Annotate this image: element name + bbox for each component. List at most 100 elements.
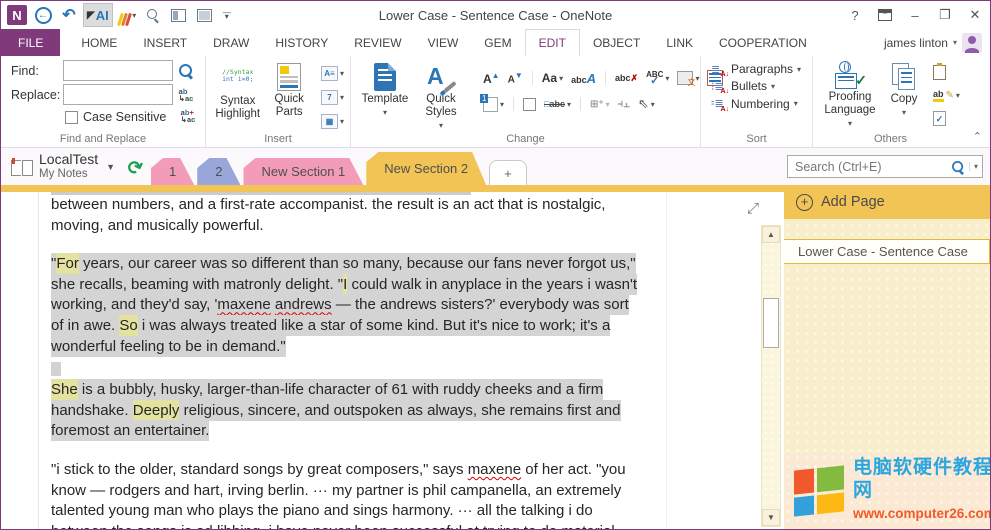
template-button[interactable]: Template ▾ — [357, 60, 413, 131]
paragraph[interactable]: She is a bubbly, husky, larger-than-life… — [51, 380, 638, 442]
clear-formatting-button[interactable]: abc✗ — [613, 68, 640, 88]
onenote-logo-icon[interactable]: N — [5, 3, 29, 27]
vertical-scrollbar[interactable]: ▲ ▼ — [761, 225, 781, 527]
highlight-button[interactable]: ab✎▾ — [931, 85, 962, 105]
proofing-language-button[interactable]: ✓ Proofing Language ▾ — [819, 60, 881, 131]
quick-styles-button[interactable]: A Quick Styles ▾ — [413, 60, 469, 131]
proofing-language-icon: ✓ — [835, 63, 865, 89]
quick-parts-button[interactable]: Quick Parts — [263, 60, 314, 131]
text-lines-icon: A≡ — [321, 66, 338, 81]
numbering-page-button[interactable]: ▾ — [481, 94, 506, 114]
paste-button[interactable] — [931, 62, 962, 82]
ribbon-display-icon: ⌃ — [878, 9, 892, 21]
syntax-code-icon: //Syntax int i=0; — [222, 63, 253, 93]
expand-diagonal-icon[interactable]: ⤢ — [747, 200, 759, 217]
notebook-subtitle: My Notes — [39, 168, 88, 180]
replace-button[interactable]: ab↳ac — [173, 88, 199, 102]
page-list-item[interactable]: Lower Case - Sentence Case — [784, 239, 990, 264]
find-input[interactable] — [63, 60, 173, 81]
case-sensitive-option[interactable]: Case Sensitive — [65, 110, 166, 124]
user-account[interactable]: james linton ▾ — [884, 29, 990, 56]
sort-bullets-button[interactable]: ⁝≣A↓ Bullets▾ — [707, 79, 808, 93]
shrink-font-button[interactable]: A▼ — [506, 68, 525, 88]
spelling-button[interactable]: ABC✓▾ — [644, 68, 671, 88]
tab-file[interactable]: FILE — [1, 29, 60, 56]
user-avatar — [962, 33, 982, 53]
section-tab[interactable]: New Section 1 — [243, 158, 363, 185]
tab-gem[interactable]: GEM — [471, 29, 524, 56]
maximize-button[interactable]: ❐ — [930, 2, 960, 28]
tab-review[interactable]: REVIEW — [341, 29, 414, 56]
help-button[interactable]: ? — [840, 2, 870, 28]
close-button[interactable]: ✕ — [960, 2, 990, 28]
quick-access-toolbar: N ← ↶ ◤AI ▾ —▾ — [1, 3, 235, 27]
page-canvas[interactable]: between numbers, and a first-rate accomp… — [1, 192, 784, 529]
tab-insert[interactable]: INSERT — [130, 29, 200, 56]
tab-view[interactable]: VIEW — [415, 29, 472, 56]
text-cursor-tool-button[interactable]: ◤AI — [83, 3, 113, 27]
tab-home[interactable]: HOME — [68, 29, 130, 56]
copy-button[interactable]: Copy ▾ — [881, 60, 927, 131]
search-icon — [179, 64, 193, 78]
strikethrough-button[interactable]: □abc▾ — [542, 94, 573, 114]
change-case-button[interactable]: Aa▾ — [540, 68, 565, 88]
minimize-button[interactable]: – — [900, 2, 930, 28]
chevron-down-icon[interactable]: ▼ — [104, 162, 117, 172]
full-page-view-button[interactable] — [193, 3, 217, 27]
select-note-button[interactable]: ✓ — [931, 108, 962, 128]
undo-button[interactable]: ↶ — [57, 3, 81, 27]
back-button[interactable]: ← — [31, 3, 55, 27]
section-tab[interactable]: 1 — [151, 158, 194, 185]
expand-outline-button[interactable]: ⊞⁺▾ — [588, 94, 612, 114]
tab-history[interactable]: HISTORY — [262, 29, 341, 56]
print-preview-button[interactable] — [141, 3, 165, 27]
format-text-button[interactable]: abcA — [569, 68, 598, 88]
insert-calendar-button[interactable]: ▦▾ — [319, 111, 346, 131]
paragraph[interactable]: "For years, our career was so different … — [51, 254, 638, 357]
section-tab[interactable]: 2 — [197, 158, 240, 185]
ribbon-display-options-button[interactable]: ⌃ — [870, 2, 900, 28]
case-sensitive-checkbox[interactable] — [65, 111, 78, 124]
calendar-7-icon: 7 — [321, 90, 338, 105]
find-next-button[interactable] — [173, 64, 199, 78]
sync-arrow-icon[interactable]: ↺ — [119, 154, 147, 178]
replace-all-button[interactable]: ab+↳ac — [175, 109, 201, 123]
scroll-down-button[interactable]: ▼ — [762, 509, 780, 526]
search-input[interactable]: Search (Ctrl+E) — [795, 160, 951, 174]
tab-draw[interactable]: DRAW — [200, 29, 262, 56]
sort-paragraphs-button[interactable]: ≣A↓ Paragraphs▾ — [707, 62, 808, 76]
selected-blank-line[interactable] — [51, 362, 61, 376]
scrollbar-thumb[interactable] — [763, 298, 779, 348]
tab-object[interactable]: OBJECT — [580, 29, 653, 56]
customize-qat-button[interactable]: —▾ — [219, 11, 235, 19]
scroll-up-button[interactable]: ▲ — [762, 226, 780, 243]
tab-link[interactable]: LINK — [653, 29, 706, 56]
text-style-button[interactable]: A≡▾ — [319, 64, 346, 84]
select-arrow-icon: ⇖ — [638, 96, 649, 112]
tab-cooperation[interactable]: COOPERATION — [706, 29, 820, 56]
add-page-button[interactable]: + Add Page — [784, 185, 990, 219]
tab-edit[interactable]: EDIT — [525, 29, 580, 56]
search-box[interactable]: Search (Ctrl+E) ▾ — [787, 155, 983, 178]
search-scope-dropdown[interactable]: ▾ — [969, 162, 978, 171]
onenote-window: Lower Case - Sentence Case - OneNote N ←… — [0, 0, 991, 530]
notebook-switcher[interactable]: LocalTest My Notes — [39, 153, 98, 181]
collapse-ribbon-button[interactable]: ⌃ — [973, 130, 982, 143]
pens-button[interactable]: ▾ — [115, 3, 139, 27]
grow-font-button[interactable]: A▲ — [481, 68, 502, 88]
select-objects-button[interactable]: ⇖▾ — [636, 94, 657, 114]
add-section-tab[interactable]: + — [489, 160, 527, 185]
section-tab[interactable]: New Section 2 — [366, 152, 486, 185]
replace-input[interactable] — [63, 84, 173, 105]
syntax-highlight-button[interactable]: //Syntax int i=0; Syntax Highlight — [212, 60, 263, 131]
translate-button[interactable]: ▾ — [675, 68, 701, 88]
sort-numbering-button[interactable]: ⹀≣A↓ Numbering▾ — [707, 96, 808, 111]
panel-icon — [171, 9, 186, 22]
dock-window-button[interactable] — [167, 3, 191, 27]
insert-date-button[interactable]: 7▾ — [319, 88, 346, 108]
split-table-button[interactable]: ⫞⫠ — [616, 94, 632, 114]
paragraph[interactable]: between numbers, and a first-rate accomp… — [51, 195, 638, 236]
page-content: between numbers, and a first-rate accomp… — [51, 195, 638, 530]
empty-box-button[interactable] — [521, 94, 538, 114]
paragraph[interactable]: "i stick to the older, standard songs by… — [51, 460, 638, 530]
